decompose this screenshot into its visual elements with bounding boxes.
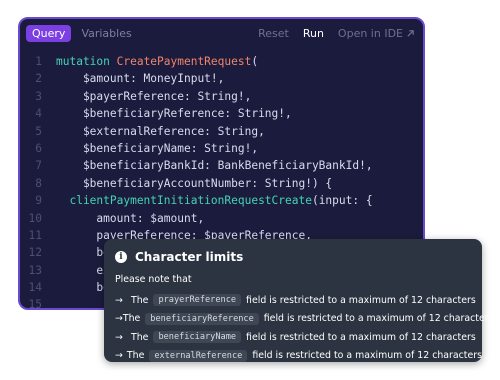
- field-name-chip: externalReference: [149, 349, 248, 362]
- limit-text: field is restricted to a maximum of 12 c…: [263, 313, 494, 325]
- info-icon: i: [115, 251, 127, 263]
- field-name-chip: beneficiaryReference: [145, 312, 259, 325]
- arrow-right-icon: →: [115, 294, 123, 306]
- code-line: 5 $externalReference: String,: [20, 123, 423, 140]
- code-text: $beneficiaryAccountNumber: String!) {: [56, 175, 332, 192]
- code-token: $amount: MoneyInput!,: [56, 72, 225, 86]
- tab-query[interactable]: Query: [26, 24, 72, 42]
- code-line: 4 $beneficiaryReference: String!,: [20, 105, 423, 122]
- line-number: 7: [35, 159, 42, 173]
- code-token: $payerReference: String!,: [56, 89, 252, 103]
- code-text: clientPaymentInitiationRequestCreate(inp…: [56, 192, 373, 209]
- external-link-icon: [407, 29, 414, 37]
- code-text: amount: $amount,: [56, 210, 204, 227]
- limit-item: → The beneficiaryName field is restricted t…: [104, 328, 482, 347]
- limit-prefix: The: [122, 313, 141, 325]
- arrow-right-icon: →: [115, 313, 123, 325]
- code-line: 7 $beneficiaryBankId: BankBeneficiaryBan…: [20, 157, 423, 174]
- code-text: mutation CreatePaymentRequest(: [56, 53, 258, 70]
- line-number: 3: [35, 89, 42, 103]
- code-token: (input: {: [311, 194, 373, 208]
- limit-item: → The externalReference field is restricted…: [104, 347, 482, 366]
- code-text: $payerReference: String!,: [56, 88, 251, 105]
- line-number: 11: [28, 228, 42, 242]
- code-token: be: [56, 281, 110, 295]
- code-line: 6 $beneficiaryName: String!,: [20, 140, 423, 157]
- code-token: mutation: [56, 55, 117, 68]
- popup-title: Character limits: [135, 250, 244, 264]
- code-text: be: [56, 279, 110, 296]
- limit-text: field is restricted to a maximum of 12 c…: [246, 294, 476, 306]
- code-text: $amount: MoneyInput!,: [56, 70, 224, 87]
- code-line: 8 $beneficiaryAccountNumber: String!) {: [20, 175, 423, 192]
- line-number: 5: [35, 124, 42, 138]
- code-token: (: [251, 55, 259, 68]
- field-name-chip: prayerReference: [153, 294, 242, 307]
- limit-text: field is restricted to a maximum of 12 c…: [252, 350, 482, 362]
- limit-item: → The prayerReference field is restricted t…: [104, 291, 482, 310]
- open-in-ide-button[interactable]: Open in IDE: [338, 27, 415, 40]
- code-token: clientPaymentInitiationRequestCreate: [56, 194, 312, 208]
- arrow-right-icon: →: [115, 350, 123, 362]
- line-number: 6: [35, 141, 42, 155]
- limit-prefix: The: [126, 350, 145, 362]
- code-line: 1 mutation CreatePaymentRequest(: [20, 53, 423, 70]
- popup-note: Please note that: [115, 274, 192, 285]
- limit-prefix: The: [131, 331, 149, 343]
- code-line: 2 $amount: MoneyInput!,: [20, 70, 423, 87]
- line-number: 4: [35, 107, 42, 121]
- code-line: 9 clientPaymentInitiationRequestCreate(i…: [20, 192, 423, 209]
- character-limits-popup: i Character limits Please note that → The…: [104, 239, 493, 366]
- code-line: 10 amount: $amount,: [20, 210, 423, 227]
- arrow-right-icon: →: [115, 331, 123, 343]
- editor-toolbar: Query Variables Reset Run Open in IDE: [20, 19, 423, 47]
- popup-header: i Character limits: [104, 239, 482, 264]
- code-token: $beneficiaryName: String!,: [56, 141, 259, 155]
- line-number: 15: [28, 298, 42, 310]
- line-number: 14: [28, 281, 42, 295]
- limit-item: → The beneficiaryReference field is restric…: [104, 310, 493, 329]
- code-token: amount: $amount,: [56, 211, 205, 225]
- code-text: $beneficiaryName: String!,: [56, 140, 258, 157]
- line-number: 1: [35, 55, 42, 68]
- line-number: 13: [28, 263, 42, 277]
- code-token: $beneficiaryAccountNumber: String!) {: [56, 176, 333, 190]
- code-token: CreatePaymentRequest: [116, 55, 252, 68]
- code-text: $beneficiaryBankId: BankBeneficiaryBankI…: [56, 157, 373, 174]
- limit-prefix: The: [131, 294, 149, 306]
- line-number: 9: [35, 194, 42, 208]
- line-number: 2: [35, 72, 42, 86]
- field-name-chip: beneficiaryName: [153, 331, 242, 344]
- run-button[interactable]: Run: [303, 27, 324, 40]
- reset-button[interactable]: Reset: [258, 27, 289, 40]
- code-token: $externalReference: String,: [56, 124, 265, 138]
- line-number: 10: [28, 211, 42, 225]
- line-number: 12: [28, 246, 42, 260]
- code-token: $beneficiaryReference: String!,: [56, 107, 292, 121]
- tab-variables[interactable]: Variables: [75, 25, 137, 42]
- limit-list: → The prayerReference field is restricted t…: [104, 285, 493, 366]
- code-token: $beneficiaryBankId: BankBeneficiaryBankI…: [56, 159, 373, 173]
- code-line: 3 $payerReference: String!,: [20, 88, 423, 105]
- code-text: $externalReference: String,: [56, 123, 265, 140]
- limit-text: field is restricted to a maximum of 12 c…: [246, 331, 476, 343]
- open-in-ide-label: Open in IDE: [337, 26, 403, 40]
- code-text: $beneficiaryReference: String!,: [56, 105, 292, 122]
- line-number: 8: [35, 176, 42, 190]
